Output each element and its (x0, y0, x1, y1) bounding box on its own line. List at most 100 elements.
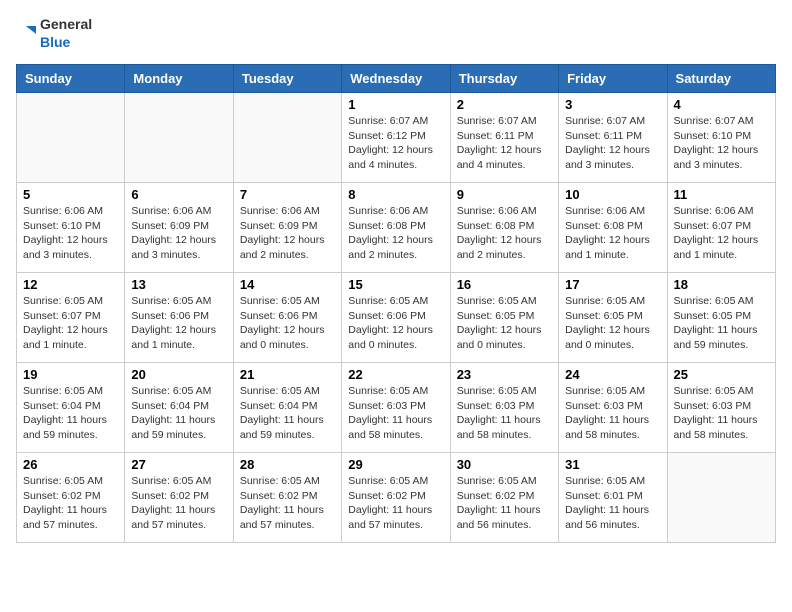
day-number: 21 (240, 367, 335, 382)
weekday-header-sunday: Sunday (17, 65, 125, 93)
day-info: Sunrise: 6:06 AMSunset: 6:07 PMDaylight:… (674, 204, 769, 263)
day-info: Sunrise: 6:05 AMSunset: 6:06 PMDaylight:… (131, 294, 226, 353)
header-row: SundayMondayTuesdayWednesdayThursdayFrid… (17, 65, 776, 93)
day-cell: 11 Sunrise: 6:06 AMSunset: 6:07 PMDayligh… (667, 183, 775, 273)
day-number: 16 (457, 277, 552, 292)
day-info: Sunrise: 6:05 AMSunset: 6:06 PMDaylight:… (240, 294, 335, 353)
day-info: Sunrise: 6:06 AMSunset: 6:09 PMDaylight:… (240, 204, 335, 263)
day-info: Sunrise: 6:07 AMSunset: 6:11 PMDaylight:… (457, 114, 552, 173)
day-number: 29 (348, 457, 443, 472)
day-number: 24 (565, 367, 660, 382)
week-row-4: 19 Sunrise: 6:05 AMSunset: 6:04 PMDayligh… (17, 363, 776, 453)
day-info: Sunrise: 6:05 AMSunset: 6:01 PMDaylight:… (565, 474, 660, 533)
day-info: Sunrise: 6:05 AMSunset: 6:05 PMDaylight:… (565, 294, 660, 353)
day-cell: 16 Sunrise: 6:05 AMSunset: 6:05 PMDayligh… (450, 273, 558, 363)
day-cell: 6 Sunrise: 6:06 AMSunset: 6:09 PMDaylight… (125, 183, 233, 273)
day-info: Sunrise: 6:06 AMSunset: 6:09 PMDaylight:… (131, 204, 226, 263)
day-number: 12 (23, 277, 118, 292)
day-cell (233, 93, 341, 183)
day-info: Sunrise: 6:06 AMSunset: 6:08 PMDaylight:… (565, 204, 660, 263)
day-number: 13 (131, 277, 226, 292)
day-info: Sunrise: 6:06 AMSunset: 6:10 PMDaylight:… (23, 204, 118, 263)
day-number: 17 (565, 277, 660, 292)
logo-bird-icon (16, 24, 36, 44)
day-number: 2 (457, 97, 552, 112)
day-number: 4 (674, 97, 769, 112)
day-cell: 15Sunrise: 6:05 AMSunset: 6:06 PMDayligh… (342, 273, 450, 363)
day-cell: 20 Sunrise: 6:05 AMSunset: 6:04 PMDayligh… (125, 363, 233, 453)
day-info: Sunrise: 6:06 AMSunset: 6:08 PMDaylight:… (348, 204, 443, 263)
day-info: Sunrise: 6:05 AMSunset: 6:02 PMDaylight:… (240, 474, 335, 533)
weekday-header-thursday: Thursday (450, 65, 558, 93)
day-number: 28 (240, 457, 335, 472)
day-cell: 30Sunrise: 6:05 AMSunset: 6:02 PMDayligh… (450, 453, 558, 543)
weekday-header-tuesday: Tuesday (233, 65, 341, 93)
day-number: 25 (674, 367, 769, 382)
day-info: Sunrise: 6:05 AMSunset: 6:04 PMDaylight:… (131, 384, 226, 443)
day-number: 15 (348, 277, 443, 292)
day-cell: 9Sunrise: 6:06 AMSunset: 6:08 PMDaylight… (450, 183, 558, 273)
day-number: 26 (23, 457, 118, 472)
day-cell: 7 Sunrise: 6:06 AMSunset: 6:09 PMDaylight… (233, 183, 341, 273)
day-number: 30 (457, 457, 552, 472)
day-cell: 26 Sunrise: 6:05 AMSunset: 6:02 PMDayligh… (17, 453, 125, 543)
weekday-header-wednesday: Wednesday (342, 65, 450, 93)
day-cell: 18Sunrise: 6:05 AMSunset: 6:05 PMDayligh… (667, 273, 775, 363)
day-cell: 29Sunrise: 6:05 AMSunset: 6:02 PMDayligh… (342, 453, 450, 543)
day-cell: 10 Sunrise: 6:06 AMSunset: 6:08 PMDayligh… (559, 183, 667, 273)
day-cell: 13 Sunrise: 6:05 AMSunset: 6:06 PMDayligh… (125, 273, 233, 363)
day-info: Sunrise: 6:07 AMSunset: 6:12 PMDaylight:… (348, 114, 443, 173)
day-number: 7 (240, 187, 335, 202)
day-cell: 22Sunrise: 6:05 AMSunset: 6:03 PMDayligh… (342, 363, 450, 453)
day-info: Sunrise: 6:05 AMSunset: 6:03 PMDaylight:… (348, 384, 443, 443)
day-number: 1 (348, 97, 443, 112)
week-row-3: 12Sunrise: 6:05 AMSunset: 6:07 PMDayligh… (17, 273, 776, 363)
day-number: 20 (131, 367, 226, 382)
day-info: Sunrise: 6:07 AMSunset: 6:11 PMDaylight:… (565, 114, 660, 173)
day-cell: 24 Sunrise: 6:05 AMSunset: 6:03 PMDayligh… (559, 363, 667, 453)
day-cell: 21 Sunrise: 6:05 AMSunset: 6:04 PMDayligh… (233, 363, 341, 453)
day-cell: 14 Sunrise: 6:05 AMSunset: 6:06 PMDayligh… (233, 273, 341, 363)
week-row-5: 26 Sunrise: 6:05 AMSunset: 6:02 PMDayligh… (17, 453, 776, 543)
day-cell: 5 Sunrise: 6:06 AMSunset: 6:10 PMDaylight… (17, 183, 125, 273)
day-info: Sunrise: 6:05 AMSunset: 6:03 PMDaylight:… (565, 384, 660, 443)
day-number: 10 (565, 187, 660, 202)
day-cell (17, 93, 125, 183)
day-info: Sunrise: 6:06 AMSunset: 6:08 PMDaylight:… (457, 204, 552, 263)
logo: General Blue (16, 16, 92, 52)
day-number: 18 (674, 277, 769, 292)
weekday-header-friday: Friday (559, 65, 667, 93)
weekday-header-monday: Monday (125, 65, 233, 93)
day-cell: 23Sunrise: 6:05 AMSunset: 6:03 PMDayligh… (450, 363, 558, 453)
day-number: 8 (348, 187, 443, 202)
calendar-table: SundayMondayTuesdayWednesdayThursdayFrid… (16, 64, 776, 543)
week-row-2: 5 Sunrise: 6:06 AMSunset: 6:10 PMDaylight… (17, 183, 776, 273)
page-header: General Blue (16, 16, 776, 52)
day-cell: 1 Sunrise: 6:07 AMSunset: 6:12 PMDaylight… (342, 93, 450, 183)
day-cell: 2 Sunrise: 6:07 AMSunset: 6:11 PMDaylight… (450, 93, 558, 183)
day-info: Sunrise: 6:05 AMSunset: 6:04 PMDaylight:… (23, 384, 118, 443)
day-cell: 3 Sunrise: 6:07 AMSunset: 6:11 PMDaylight… (559, 93, 667, 183)
day-cell: 27Sunrise: 6:05 AMSunset: 6:02 PMDayligh… (125, 453, 233, 543)
day-cell: 28 Sunrise: 6:05 AMSunset: 6:02 PMDayligh… (233, 453, 341, 543)
day-cell (667, 453, 775, 543)
day-cell: 8 Sunrise: 6:06 AMSunset: 6:08 PMDaylight… (342, 183, 450, 273)
day-cell: 12Sunrise: 6:05 AMSunset: 6:07 PMDayligh… (17, 273, 125, 363)
day-info: Sunrise: 6:05 AMSunset: 6:02 PMDaylight:… (23, 474, 118, 533)
day-cell (125, 93, 233, 183)
day-number: 19 (23, 367, 118, 382)
day-number: 23 (457, 367, 552, 382)
day-number: 6 (131, 187, 226, 202)
day-cell: 17 Sunrise: 6:05 AMSunset: 6:05 PMDayligh… (559, 273, 667, 363)
day-info: Sunrise: 6:05 AMSunset: 6:02 PMDaylight:… (131, 474, 226, 533)
day-number: 14 (240, 277, 335, 292)
day-info: Sunrise: 6:05 AMSunset: 6:05 PMDaylight:… (457, 294, 552, 353)
day-cell: 25 Sunrise: 6:05 AMSunset: 6:03 PMDayligh… (667, 363, 775, 453)
day-number: 5 (23, 187, 118, 202)
day-info: Sunrise: 6:05 AMSunset: 6:03 PMDaylight:… (674, 384, 769, 443)
day-number: 11 (674, 187, 769, 202)
day-number: 3 (565, 97, 660, 112)
day-cell: 31Sunrise: 6:05 AMSunset: 6:01 PMDayligh… (559, 453, 667, 543)
day-info: Sunrise: 6:05 AMSunset: 6:04 PMDaylight:… (240, 384, 335, 443)
day-cell: 19 Sunrise: 6:05 AMSunset: 6:04 PMDayligh… (17, 363, 125, 453)
